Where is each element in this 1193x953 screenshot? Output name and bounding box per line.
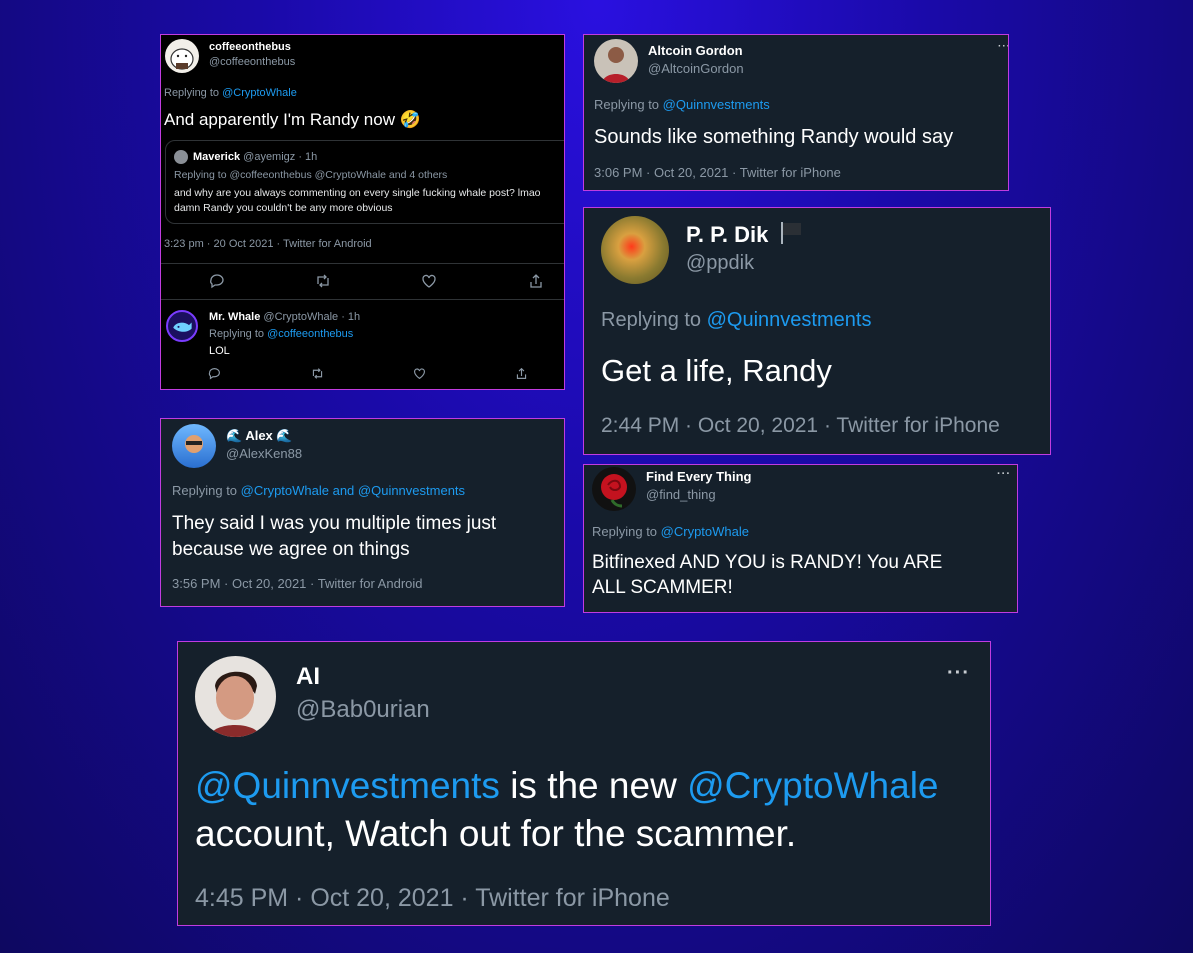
tweet-text-line1: @Quinnvestments is the new @CryptoWhale bbox=[195, 765, 939, 807]
author-name[interactable]: coffeeonthebus bbox=[209, 41, 291, 53]
rose-icon bbox=[601, 474, 627, 508]
quote-text-line2: damn Randy you couldn't be any more obvi… bbox=[174, 202, 393, 214]
tweet-text: And apparently I'm Randy now 🤣 bbox=[164, 110, 421, 129]
avatar[interactable] bbox=[601, 216, 669, 284]
author-name[interactable]: AI bbox=[296, 663, 320, 691]
more-options-icon[interactable]: ··· bbox=[947, 662, 970, 685]
replying-to: Replying to @Quinnvestments bbox=[594, 97, 770, 112]
avatar[interactable] bbox=[165, 39, 199, 73]
wave-icon: 🌊 bbox=[276, 428, 293, 443]
avatar[interactable] bbox=[592, 467, 636, 511]
tweet-card-alex: 🌊 Alex 🌊 @AlexKen88 Replying to @CryptoW… bbox=[160, 418, 565, 607]
mention-link[interactable]: @Quinnvestments bbox=[195, 765, 500, 806]
tweet-text-line2: because we agree on things bbox=[172, 539, 410, 560]
wave-icon: 🌊 bbox=[226, 428, 243, 443]
tweet-text: Sounds like something Randy would say bbox=[594, 126, 954, 148]
timestamp[interactable]: 3:06 PM · Oct 20, 2021 · Twitter for iPh… bbox=[594, 165, 841, 180]
author-handle[interactable]: @coffeeonthebus bbox=[209, 56, 295, 68]
reply-author-line: Mr. Whale @CryptoWhale · 1h bbox=[209, 311, 360, 323]
reply-icon[interactable] bbox=[209, 273, 225, 289]
person-icon bbox=[185, 435, 203, 453]
author-handle[interactable]: @AltcoinGordon bbox=[648, 61, 744, 76]
retweet-icon[interactable] bbox=[315, 273, 331, 289]
mention-link[interactable]: @CryptoWhale bbox=[661, 524, 749, 539]
replying-prefix: Replying to bbox=[164, 87, 223, 99]
replying-prefix: Replying to bbox=[592, 524, 661, 539]
author-name-line: 🌊 Alex 🌊 bbox=[226, 428, 293, 444]
replying-prefix: Replying to bbox=[172, 483, 241, 498]
replying-prefix: Replying to bbox=[601, 309, 707, 331]
author-name[interactable]: P. P. Dik bbox=[686, 222, 768, 247]
reply-text: LOL bbox=[209, 345, 230, 357]
avatar[interactable] bbox=[172, 424, 216, 468]
author-handle[interactable]: @ppdik bbox=[686, 252, 754, 275]
reply-author-name[interactable]: Mr. Whale bbox=[209, 311, 260, 323]
avatar[interactable] bbox=[594, 39, 638, 83]
quote-author-line: Maverick @ayemigz · 1h bbox=[193, 151, 317, 163]
timestamp[interactable]: 3:56 PM · Oct 20, 2021 · Twitter for And… bbox=[172, 576, 423, 591]
like-icon[interactable] bbox=[413, 367, 426, 380]
reply-author-meta: @CryptoWhale · 1h bbox=[263, 311, 361, 323]
flag-icon bbox=[780, 222, 801, 244]
like-icon[interactable] bbox=[421, 273, 437, 289]
divider bbox=[161, 263, 564, 264]
replying-to: Replying to @Quinnvestments bbox=[601, 309, 871, 332]
replying-prefix: Replying to bbox=[594, 97, 663, 112]
author-handle[interactable]: @find_thing bbox=[646, 487, 716, 502]
author-name[interactable]: Find Every Thing bbox=[646, 469, 751, 484]
person-icon bbox=[209, 671, 261, 737]
mention-link[interactable]: @coffeeonthebus bbox=[267, 328, 353, 340]
quote-author-name: Maverick bbox=[193, 151, 241, 163]
quoted-tweet[interactable]: Maverick @ayemigz · 1h Replying to @coff… bbox=[165, 140, 564, 224]
mention-link[interactable]: @Quinnvestments bbox=[663, 97, 770, 112]
mention-link[interactable]: @CryptoWhale and @Quinnvestments bbox=[241, 483, 465, 498]
avatar bbox=[174, 150, 188, 164]
share-icon[interactable] bbox=[515, 367, 528, 380]
tweet-card-altcoin-gordon: Altcoin Gordon @AltcoinGordon ··· Replyi… bbox=[583, 34, 1009, 191]
person-icon bbox=[602, 47, 630, 83]
bear-icon bbox=[170, 48, 194, 70]
timestamp[interactable]: 2:44 PM · Oct 20, 2021 · Twitter for iPh… bbox=[601, 414, 1000, 438]
tweet-card-find-every-thing: Find Every Thing @find_thing ··· Replyin… bbox=[583, 464, 1018, 613]
share-icon[interactable] bbox=[528, 273, 544, 289]
divider bbox=[161, 299, 564, 300]
tweet-text-line2: ALL SCAMMER! bbox=[592, 577, 733, 598]
author-name[interactable]: Altcoin Gordon bbox=[648, 43, 743, 58]
tweet-card-ai: AI @Bab0urian ··· @Quinnvestments is the… bbox=[177, 641, 991, 926]
quote-replying: Replying to @coffeeonthebus @CryptoWhale… bbox=[174, 169, 448, 181]
tweet-text-line2: account, Watch out for the scammer. bbox=[195, 813, 797, 854]
replying-to: Replying to @CryptoWhale and @Quinnvestm… bbox=[172, 483, 465, 498]
tweet-card-ppdik: P. P. Dik @ppdik Replying to @Quinnvestm… bbox=[583, 207, 1051, 455]
avatar[interactable] bbox=[166, 310, 198, 342]
more-options-icon[interactable]: ··· bbox=[998, 41, 1008, 52]
timestamp[interactable]: 3:23 pm · 20 Oct 2021 · Twitter for Andr… bbox=[164, 238, 372, 250]
author-handle[interactable]: @Bab0urian bbox=[296, 696, 430, 724]
retweet-icon[interactable] bbox=[311, 367, 324, 380]
author-name[interactable]: Alex bbox=[245, 428, 272, 443]
reply-replying-to: Replying to @coffeeonthebus bbox=[209, 328, 353, 340]
whale-icon bbox=[173, 322, 192, 332]
more-options-icon[interactable]: ··· bbox=[997, 468, 1011, 480]
quote-text-line1: and why are you always commenting on eve… bbox=[174, 187, 541, 199]
mention-link[interactable]: @Quinnvestments bbox=[707, 309, 872, 331]
tweet-text-line1: They said I was you multiple times just bbox=[172, 513, 497, 534]
author-name-line: P. P. Dik bbox=[686, 222, 801, 248]
tweet-text-line1: Bitfinexed AND YOU is RANDY! You ARE bbox=[592, 552, 943, 573]
quote-author-meta: @ayemigz · 1h bbox=[243, 151, 318, 163]
avatar[interactable] bbox=[195, 656, 276, 737]
replying-prefix: Replying to bbox=[209, 328, 268, 340]
tweet-card-coffeeonthebus: coffeeonthebus @coffeeonthebus Replying … bbox=[160, 34, 565, 390]
replying-to: Replying to @CryptoWhale bbox=[164, 87, 297, 99]
timestamp[interactable]: 4:45 PM · Oct 20, 2021 · Twitter for iPh… bbox=[195, 884, 670, 913]
tweet-text-middle: is the new bbox=[499, 765, 688, 806]
replying-to: Replying to @CryptoWhale bbox=[592, 524, 749, 539]
reply-icon[interactable] bbox=[208, 367, 221, 380]
mention-link[interactable]: @CryptoWhale bbox=[222, 87, 297, 99]
author-handle[interactable]: @AlexKen88 bbox=[226, 446, 302, 461]
mention-link[interactable]: @CryptoWhale bbox=[687, 765, 938, 806]
tweet-text: Get a life, Randy bbox=[601, 353, 832, 388]
